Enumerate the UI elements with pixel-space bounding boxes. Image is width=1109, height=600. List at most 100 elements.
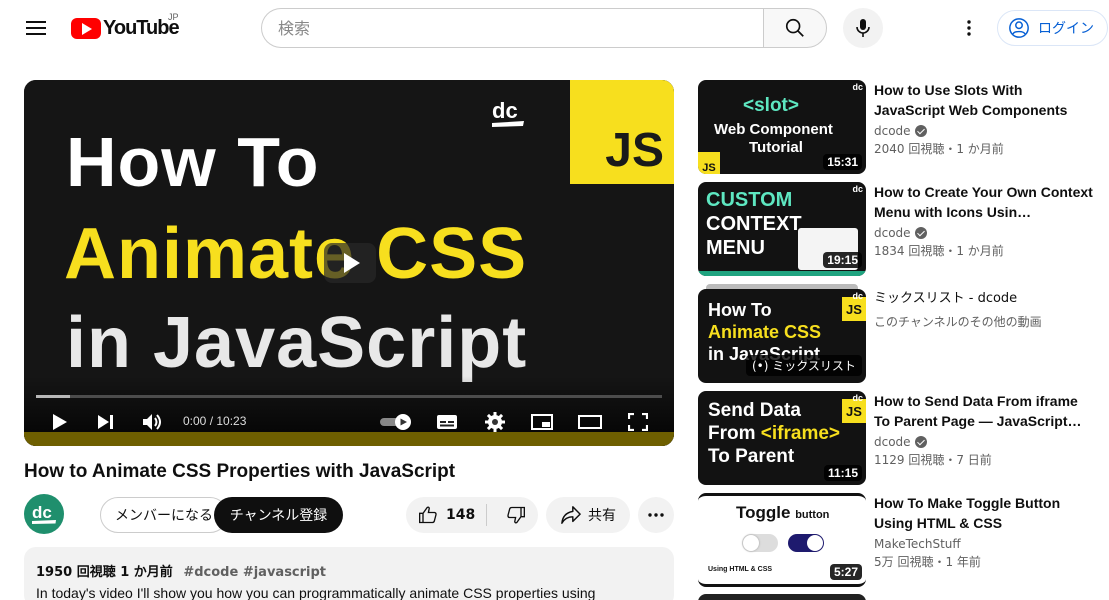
play-button[interactable] [48, 410, 72, 434]
search-icon [785, 18, 804, 37]
video-title: How to Animate CSS Properties with JavaS… [24, 461, 456, 482]
large-play-button[interactable] [324, 243, 376, 283]
recommendation-title: How to Create Your Own Context Menu with… [874, 184, 1093, 220]
miniplayer-button[interactable] [529, 410, 555, 434]
search-button[interactable] [763, 8, 827, 48]
recommendation-title: How to Send Data From iframe To Parent P… [874, 393, 1082, 429]
fullscreen-icon [628, 413, 648, 431]
thumb-text-line: How To [708, 300, 772, 320]
recommendation-thumbnail[interactable]: Toggle button Using HTML & CSS 5:27 [698, 493, 866, 587]
next-recommendation-thumbnail[interactable] [698, 594, 866, 600]
theater-mode-button[interactable] [576, 410, 604, 434]
time-display: 0:00 / 10:23 [183, 414, 247, 428]
recommendation-title: How to Use Slots With JavaScript Web Com… [874, 82, 1068, 118]
thumb-text-line: Web Component [714, 121, 833, 138]
recommendation-thumbnail[interactable]: CUSTOM CONTEXT MENU dc 19:15 [698, 182, 866, 276]
voice-search-button[interactable] [843, 8, 883, 48]
dislike-button[interactable] [496, 497, 536, 533]
recommendation-channel: dcode [874, 435, 1094, 449]
verified-icon [914, 125, 927, 137]
recommendation-thumbnail[interactable]: How To Animate CSS in JavaScript JS dc (… [698, 289, 866, 383]
vertical-dots-icon [967, 20, 971, 36]
dcode-logo-icon: dc [852, 184, 863, 194]
recommendation-thumbnail[interactable]: <slot> Web Component Tutorial JS dc 15:3… [698, 80, 866, 174]
login-label: ログイン [1038, 21, 1094, 37]
recommendation-item[interactable]: CUSTOM CONTEXT MENU dc 19:15 How to Crea… [698, 182, 1098, 278]
thumbs-up-icon [419, 506, 437, 524]
fullscreen-button[interactable] [625, 410, 651, 434]
youtube-play-icon [71, 17, 101, 39]
progress-fill [36, 395, 71, 398]
thumb-text-line: From <iframe> [708, 423, 841, 444]
login-button[interactable]: ログイン [997, 10, 1108, 46]
recommendation-info: How To Make Toggle Button Using HTML & C… [874, 493, 1094, 570]
recommendation-info: How to Create Your Own Context Menu with… [874, 182, 1094, 259]
account-icon [1009, 18, 1029, 38]
svg-text:dc: dc [492, 98, 518, 123]
recommendation-info: How to Use Slots With JavaScript Web Com… [874, 80, 1094, 157]
thumb-text-line: Send Data [708, 400, 801, 421]
subscribe-button[interactable]: チャンネル登録 [214, 497, 343, 533]
share-button[interactable]: 共有 [546, 497, 630, 533]
mix-playlist-item[interactable]: How To Animate CSS in JavaScript JS dc (… [698, 284, 1098, 385]
recommendation-meta: 2040 回視聴・1 か月前 [874, 142, 1004, 156]
channel-name: dcode [874, 435, 911, 449]
like-divider [486, 504, 487, 526]
thumb-text-line: Animate CSS [708, 322, 822, 342]
channel-avatar[interactable]: dc [24, 494, 64, 534]
dcode-avatar-icon: dc [32, 503, 56, 524]
next-button[interactable] [94, 410, 118, 434]
channel-name: MakeTechStuff [874, 537, 961, 551]
like-count: 148 [446, 507, 476, 523]
recommendation-item[interactable]: Send Data From <iframe> To Parent JS dc … [698, 391, 1098, 487]
dcode-logo-icon: dc [852, 82, 863, 92]
theater-icon [578, 415, 602, 429]
volume-icon [143, 414, 161, 430]
recommendation-item[interactable]: <slot> Web Component Tutorial JS dc 15:3… [698, 80, 1098, 176]
like-button[interactable]: 148 [406, 497, 475, 533]
menu-icon [26, 21, 46, 23]
recommendation-thumbnail[interactable]: Send Data From <iframe> To Parent JS dc … [698, 391, 866, 485]
recommendation-meta: 1834 回視聴・1 か月前 [874, 244, 1004, 258]
hashtags[interactable]: #dcode #javascript [183, 565, 326, 580]
view-date: 1950 回視聴 1 か月前 [36, 565, 173, 580]
description-meta: 1950 回視聴 1 か月前 #dcode #javascript [36, 561, 662, 580]
settings-button[interactable] [482, 410, 508, 434]
progress-bar[interactable] [36, 395, 662, 398]
menu-icon-line [26, 27, 46, 29]
autoplay-toggle[interactable] [378, 410, 414, 434]
horizontal-dots-icon [648, 513, 664, 517]
verified-icon [914, 436, 927, 448]
recommendation-item[interactable]: Toggle button Using HTML & CSS 5:27 How … [698, 493, 1098, 589]
youtube-logo[interactable]: YouTube JP [71, 12, 180, 42]
settings-more-button[interactable] [953, 12, 985, 44]
dcode-logo-icon: dc [852, 291, 863, 301]
subtitles-button[interactable] [434, 410, 460, 434]
recommendation-info: ミックスリスト - dcode このチャンネルのその他の動画 [874, 289, 1094, 330]
thumb-text-line: CUSTOM [706, 189, 793, 211]
recommendation-meta: 5万 回視聴・1 年前 [874, 555, 981, 569]
search-input[interactable] [261, 8, 763, 48]
duration-badge: 15:31 [823, 154, 862, 170]
channel-name: このチャンネルのその他の動画 [874, 315, 1042, 329]
video-player[interactable]: JS dc How To Animate CSS in JavaScript 0… [24, 80, 674, 446]
share-icon [561, 506, 581, 524]
description-box[interactable]: 1950 回視聴 1 か月前 #dcode #javascript In tod… [24, 547, 674, 600]
js-badge-text: JS [605, 124, 664, 177]
join-membership-button[interactable]: メンバーになる [100, 497, 228, 533]
duration-badge: 5:27 [829, 564, 862, 580]
gear-icon [485, 412, 505, 432]
thumb-text-line: Toggle button [736, 503, 830, 522]
more-actions-button[interactable] [638, 497, 674, 533]
recommendation-meta: 1129 回視聴・7 日前 [874, 453, 992, 467]
dcode-logo-icon: dc [492, 98, 524, 127]
duration-badge: 19:15 [823, 252, 862, 268]
guide-menu-button[interactable] [18, 16, 54, 40]
thumb-text-line: <slot> [743, 95, 799, 116]
channel-name: dcode [874, 226, 911, 240]
mute-button[interactable] [140, 410, 166, 434]
thumb-text-line: CONTEXT [706, 213, 802, 235]
thumb-text-line: Tutorial [749, 139, 803, 156]
thumb-accent-bar [698, 271, 866, 276]
masthead: YouTube JP ログイン [0, 0, 1109, 56]
